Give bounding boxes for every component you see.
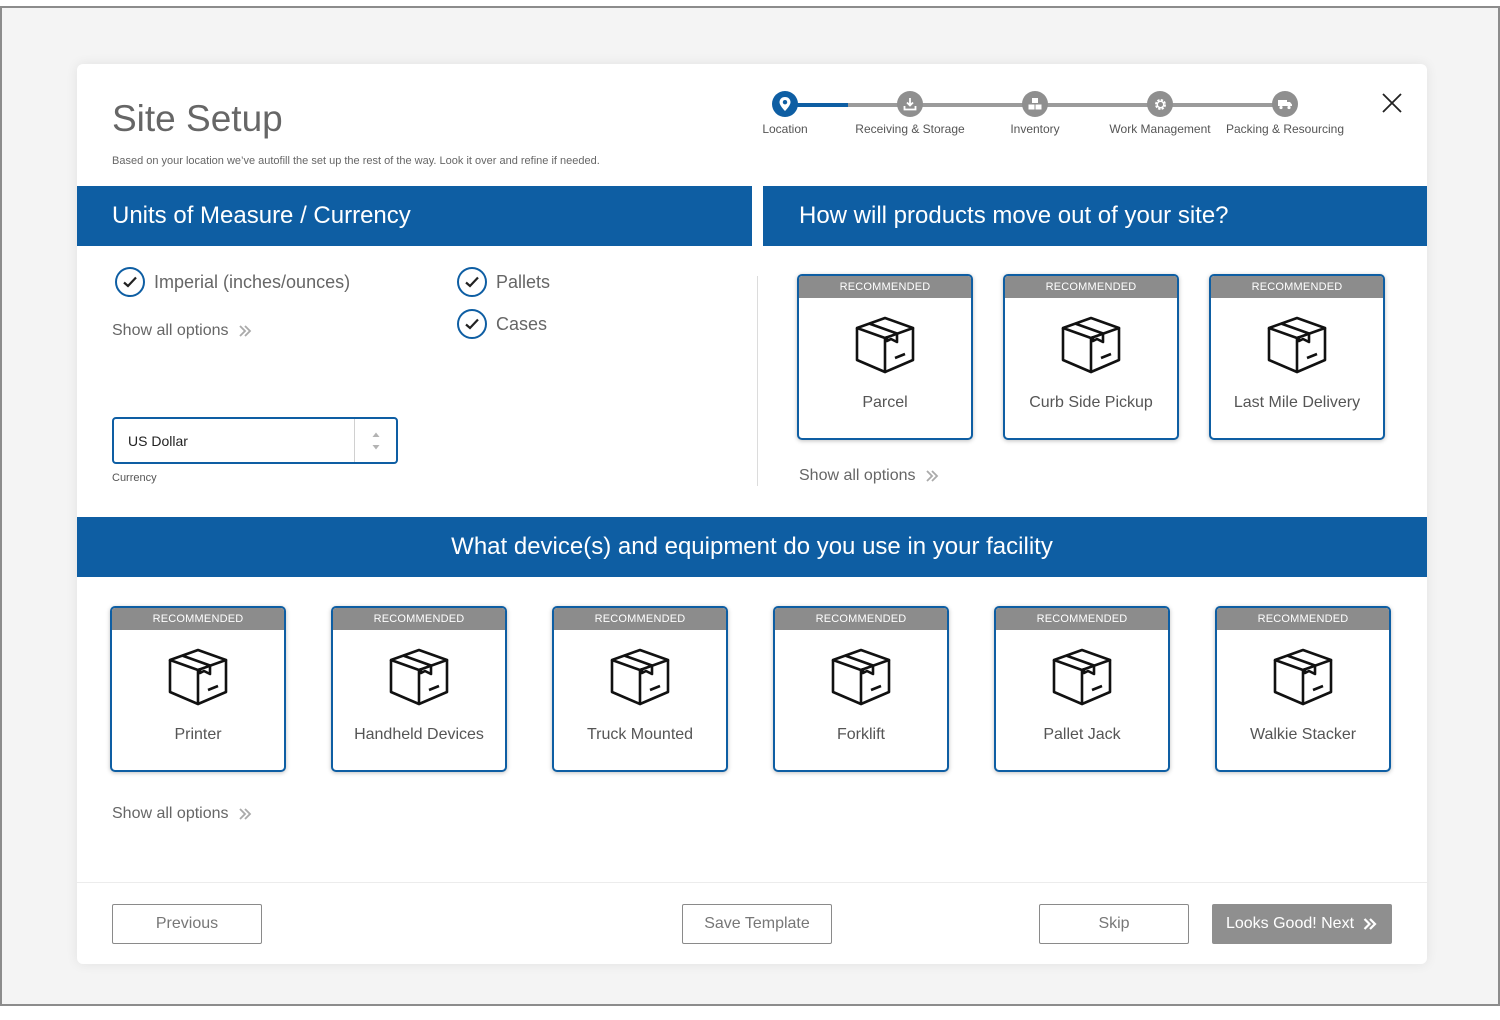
device-card-printer[interactable]: RECOMMENDED Printer xyxy=(110,606,286,772)
location-pin-icon xyxy=(772,91,798,117)
device-card-walkie-stacker[interactable]: RECOMMENDED Walkie Stacker xyxy=(1215,606,1391,772)
double-chevron-right-icon xyxy=(1363,918,1377,930)
section-heading: What device(s) and equipment do you use … xyxy=(451,533,1053,560)
checkmark-icon xyxy=(457,267,487,297)
step-label: Packing & Resourcing xyxy=(1225,122,1345,136)
truck-icon xyxy=(1272,91,1298,117)
devices-show-all-options[interactable]: Show all options xyxy=(112,805,253,823)
close-icon xyxy=(1382,93,1402,113)
recommended-badge: RECOMMENDED xyxy=(775,608,947,630)
show-all-label: Show all options xyxy=(112,805,229,822)
recommended-badge: RECOMMENDED xyxy=(799,276,971,298)
app-frame: Site Setup Based on your location we’ve … xyxy=(0,6,1500,1006)
outbound-card-curb-side-pickup[interactable]: RECOMMENDED Curb Side Pickup xyxy=(1003,274,1179,440)
double-chevron-right-icon xyxy=(238,325,251,337)
download-tray-icon xyxy=(897,91,923,117)
package-box-icon xyxy=(389,648,449,706)
currency-label: Currency xyxy=(112,472,157,484)
page-title: Site Setup xyxy=(112,98,283,139)
package-box-icon xyxy=(831,648,891,706)
next-button-label: Looks Good! Next xyxy=(1225,915,1355,932)
option-label: Imperial (inches/ounces) xyxy=(154,271,351,292)
option-label: Cases xyxy=(496,313,548,334)
outbound-card-last-mile-delivery[interactable]: RECOMMENDED Last Mile Delivery xyxy=(1209,274,1385,440)
card-label: Printer xyxy=(174,726,222,743)
section-divider xyxy=(757,276,758,486)
package-box-icon xyxy=(1273,648,1333,706)
device-card-pallet-jack[interactable]: RECOMMENDED Pallet Jack xyxy=(994,606,1170,772)
package-box-icon xyxy=(1052,648,1112,706)
recommended-badge: RECOMMENDED xyxy=(554,608,726,630)
outbound-card-parcel[interactable]: RECOMMENDED Parcel xyxy=(797,274,973,440)
package-box-icon xyxy=(1267,316,1327,374)
recommended-badge: RECOMMENDED xyxy=(996,608,1168,630)
device-card-truck-mounted[interactable]: RECOMMENDED Truck Mounted xyxy=(552,606,728,772)
site-setup-modal: Site Setup Based on your location we’ve … xyxy=(77,64,1427,964)
close-button[interactable] xyxy=(1377,90,1407,120)
double-chevron-right-icon xyxy=(925,470,938,482)
gear-icon xyxy=(1147,91,1173,117)
card-label: Parcel xyxy=(862,394,908,411)
card-label: Forklift xyxy=(837,726,885,743)
card-label: Walkie Stacker xyxy=(1249,726,1357,743)
show-all-label: Show all options xyxy=(799,467,916,484)
next-button[interactable]: Looks Good! Next xyxy=(1212,904,1392,944)
show-all-label: Show all options xyxy=(112,322,229,339)
units-show-all-options[interactable]: Show all options xyxy=(112,322,253,340)
skip-button[interactable]: Skip xyxy=(1039,904,1189,944)
save-template-button[interactable]: Save Template xyxy=(682,904,832,944)
package-box-icon xyxy=(610,648,670,706)
device-card-handheld-devices[interactable]: RECOMMENDED Handheld Devices xyxy=(331,606,507,772)
card-label: Handheld Devices xyxy=(354,726,484,743)
double-chevron-right-icon xyxy=(238,808,251,820)
outbound-show-all-options[interactable]: Show all options xyxy=(799,467,940,485)
section-heading: How will products move out of your site? xyxy=(799,202,1229,229)
section-heading: Units of Measure / Currency xyxy=(112,202,411,229)
recommended-badge: RECOMMENDED xyxy=(1211,276,1383,298)
select-arrows-icon xyxy=(354,419,396,462)
recommended-badge: RECOMMENDED xyxy=(1005,276,1177,298)
outbound-section-header: How will products move out of your site? xyxy=(763,186,1427,246)
boxes-icon xyxy=(1022,91,1048,117)
step-packing-resourcing[interactable]: Packing & Resourcing xyxy=(1210,90,1360,136)
card-label: Pallet Jack xyxy=(1043,726,1121,743)
previous-button[interactable]: Previous xyxy=(112,904,262,944)
card-label: Last Mile Delivery xyxy=(1233,394,1361,411)
device-card-forklift[interactable]: RECOMMENDED Forklift xyxy=(773,606,949,772)
measure-option-imperial[interactable]: Imperial (inches/ounces) xyxy=(115,267,350,297)
option-label: Pallets xyxy=(496,271,551,292)
checkmark-icon xyxy=(115,267,145,297)
recommended-badge: RECOMMENDED xyxy=(112,608,284,630)
currency-select[interactable]: US Dollar xyxy=(112,417,398,464)
recommended-badge: RECOMMENDED xyxy=(333,608,505,630)
devices-section-header: What device(s) and equipment do you use … xyxy=(77,517,1427,577)
card-label: Truck Mounted xyxy=(586,726,694,743)
footer-divider xyxy=(77,882,1427,883)
recommended-badge: RECOMMENDED xyxy=(1217,608,1389,630)
package-box-icon xyxy=(855,316,915,374)
page-subtitle: Based on your location we’ve autofill th… xyxy=(112,155,600,167)
package-box-icon xyxy=(168,648,228,706)
packaging-option-cases[interactable]: Cases xyxy=(457,309,547,339)
checkmark-icon xyxy=(457,309,487,339)
packaging-option-pallets[interactable]: Pallets xyxy=(457,267,550,297)
currency-value: US Dollar xyxy=(128,432,188,449)
card-label: Curb Side Pickup xyxy=(1029,394,1153,411)
progress-stepper: Location Receiving & Storage Inventory W… xyxy=(747,90,1347,150)
units-section-header: Units of Measure / Currency xyxy=(77,186,752,246)
package-box-icon xyxy=(1061,316,1121,374)
